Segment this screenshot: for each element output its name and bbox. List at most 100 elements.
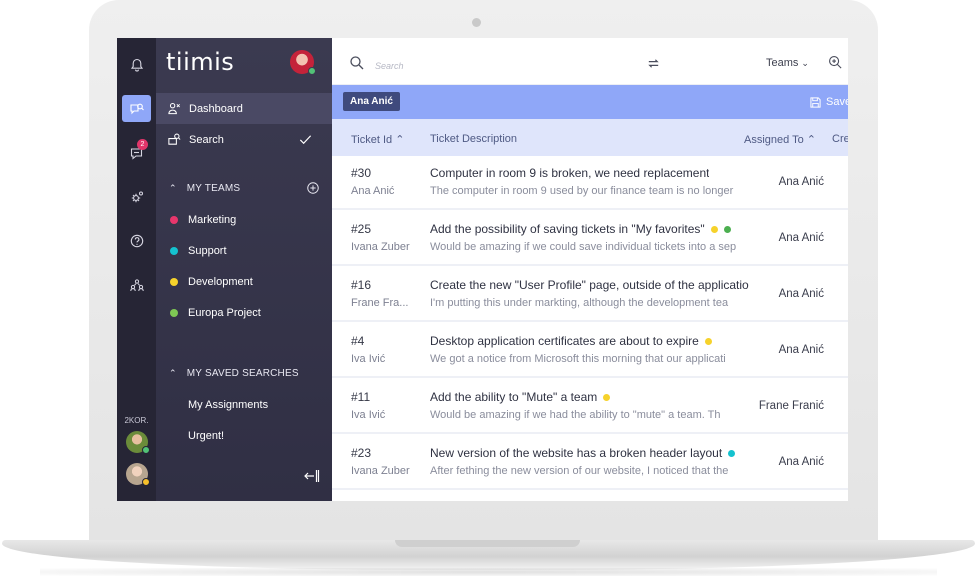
nav-dashboard-label: Dashboard <box>189 102 243 115</box>
saved-search-urgent[interactable]: Urgent! <box>188 430 224 442</box>
team-member-avatar[interactable] <box>126 431 150 454</box>
team-label: Marketing <box>188 214 237 226</box>
swap-icon[interactable] <box>646 56 661 71</box>
nav-search-label: Search <box>189 133 224 146</box>
top-bar: Teams ⌄ <box>332 38 848 85</box>
my-teams-title: MY TEAMS <box>186 182 241 194</box>
ticket-assignee: Ana Anić <box>778 288 824 300</box>
column-assigned-to[interactable]: Assigned To ⌃ <box>744 133 816 146</box>
column-created[interactable]: Cre <box>832 133 848 145</box>
ticket-id: #16 <box>351 278 372 292</box>
help-button[interactable] <box>122 227 151 254</box>
column-description[interactable]: Ticket Description <box>430 133 517 145</box>
search-input[interactable] <box>375 61 575 71</box>
team-tag-dot <box>603 393 611 401</box>
ticket-id: #30 <box>351 166 372 180</box>
ticket-title-wrap: Add the possibility of saving tickets in… <box>430 222 731 236</box>
table-row[interactable]: #16 Frane Fra... Create the new "User Prof… <box>332 268 848 322</box>
check-icon <box>299 135 312 145</box>
save-icon <box>810 96 821 108</box>
help-icon <box>130 234 143 247</box>
ticket-author: Frane Fra... <box>351 297 409 309</box>
search-tickets-icon <box>168 133 181 145</box>
ticket-author: Iva Ivić <box>351 409 386 421</box>
ticket-title: Create the new "User Profile" page, outs… <box>430 278 749 292</box>
zoom-in-icon[interactable] <box>828 55 843 70</box>
table-row[interactable]: #11 Iva Ivić Add the ability to "Mute" a t… <box>332 380 848 434</box>
messages-button[interactable]: 2 <box>122 139 151 166</box>
search-icon <box>350 56 364 70</box>
team-color-dot <box>170 278 178 286</box>
team-label: Support <box>188 245 227 257</box>
ticket-description: Would be amazing if we had the ability t… <box>430 409 721 421</box>
main-panel: Teams ⌄ Ana Anić Save Ticket Id ⌃ Ticket… <box>332 38 848 501</box>
ticket-title-wrap: Desktop application certificates are abo… <box>430 334 712 348</box>
column-ticket-id[interactable]: Ticket Id ⌃ <box>351 133 404 146</box>
ticket-description: Would be amazing if we could save indivi… <box>430 241 737 253</box>
ticket-title-wrap: Computer in room 9 is broken, we need re… <box>430 166 709 180</box>
saved-search-my-assignments[interactable]: My Assignments <box>188 399 268 411</box>
column-ticket-id-label: Ticket Id <box>351 134 393 146</box>
filter-chip[interactable]: Ana Anić <box>343 92 400 111</box>
team-group-label: 2KOR. <box>124 416 149 425</box>
ticket-assignee: Ana Anić <box>778 456 824 468</box>
sidebar: tiimis Dashboard Search ⌃ MY TEAMS Marke… <box>156 38 332 501</box>
people-button[interactable] <box>122 271 151 298</box>
table-header: Ticket Id ⌃ Ticket Description Assigned … <box>332 119 848 156</box>
my-teams-header[interactable]: ⌃ MY TEAMS <box>156 178 332 198</box>
team-label: Europa Project <box>188 307 261 319</box>
tickets-button[interactable] <box>122 95 151 122</box>
chevron-up-icon: ⌃ <box>395 134 405 146</box>
team-marketing[interactable]: Marketing <box>156 210 332 230</box>
camera <box>472 18 481 27</box>
laptop-notch <box>395 540 580 547</box>
ticket-author: Iva Ivić <box>351 353 386 365</box>
table-row[interactable]: #25 Ivana Zuber Add the possibility of sav… <box>332 212 848 266</box>
teams-dropdown-label: Teams <box>766 57 799 69</box>
filter-bar: Ana Anić Save <box>332 85 848 119</box>
ticket-title-wrap: Create the new "User Profile" page, outs… <box>430 278 749 292</box>
save-label: Save <box>826 96 848 108</box>
table-row[interactable]: #30 Ana Anić Computer in room 9 is broken,… <box>332 156 848 210</box>
table-row[interactable]: #4 Iva Ivić Desktop application certificat… <box>332 324 848 378</box>
away-status-dot <box>142 478 150 486</box>
team-support[interactable]: Support <box>156 241 332 261</box>
people-icon <box>129 278 144 291</box>
chevron-up-icon: ⌃ <box>169 367 177 378</box>
nav-search[interactable]: Search <box>156 124 332 155</box>
ticket-assignee: Ana Anić <box>778 176 824 188</box>
ticket-description: After fething the new version of our web… <box>430 465 729 477</box>
dashboard-icon <box>168 103 180 115</box>
ticket-assignee: Ana Anić <box>778 232 824 244</box>
ticket-title: Computer in room 9 is broken, we need re… <box>430 166 710 180</box>
ticket-assignee: Frane Franić <box>758 400 824 412</box>
nav-dashboard[interactable]: Dashboard <box>156 93 332 124</box>
collapse-sidebar-icon[interactable] <box>303 468 321 484</box>
ticket-id: #25 <box>351 222 372 236</box>
ticket-id: #11 <box>351 390 371 404</box>
team-europa-project[interactable]: Europa Project <box>156 303 332 323</box>
table-row[interactable]: #23 Ivana Zuber New version of the website… <box>332 436 848 490</box>
chevron-down-icon: ⌄ <box>801 57 809 68</box>
bell-icon <box>130 58 143 71</box>
team-member-avatar[interactable] <box>126 463 150 486</box>
team-tag-dot <box>728 449 736 457</box>
team-color-dot <box>170 216 178 224</box>
ticket-author: Ivana Zuber <box>351 465 410 477</box>
saved-searches-header[interactable]: ⌃ MY SAVED SEARCHES <box>156 363 332 383</box>
ticket-title: Desktop application certificates are abo… <box>430 334 699 348</box>
user-avatar[interactable] <box>290 50 316 75</box>
settings-button[interactable] <box>122 183 151 210</box>
team-label: Development <box>188 276 253 288</box>
teams-dropdown[interactable]: Teams ⌄ <box>766 57 809 69</box>
ticket-author: Ivana Zuber <box>351 241 410 253</box>
ticket-description: I'm putting this under markting, althoug… <box>430 297 729 309</box>
team-development[interactable]: Development <box>156 272 332 292</box>
add-team-icon[interactable] <box>306 181 320 195</box>
ticket-title-wrap: New version of the website has a broken … <box>430 446 736 460</box>
messages-badge: 2 <box>137 139 148 150</box>
saved-searches-title: MY SAVED SEARCHES <box>186 367 299 379</box>
notifications-button[interactable] <box>122 51 151 78</box>
save-search-button[interactable]: Save <box>810 96 848 108</box>
team-tag-dot <box>723 225 731 233</box>
